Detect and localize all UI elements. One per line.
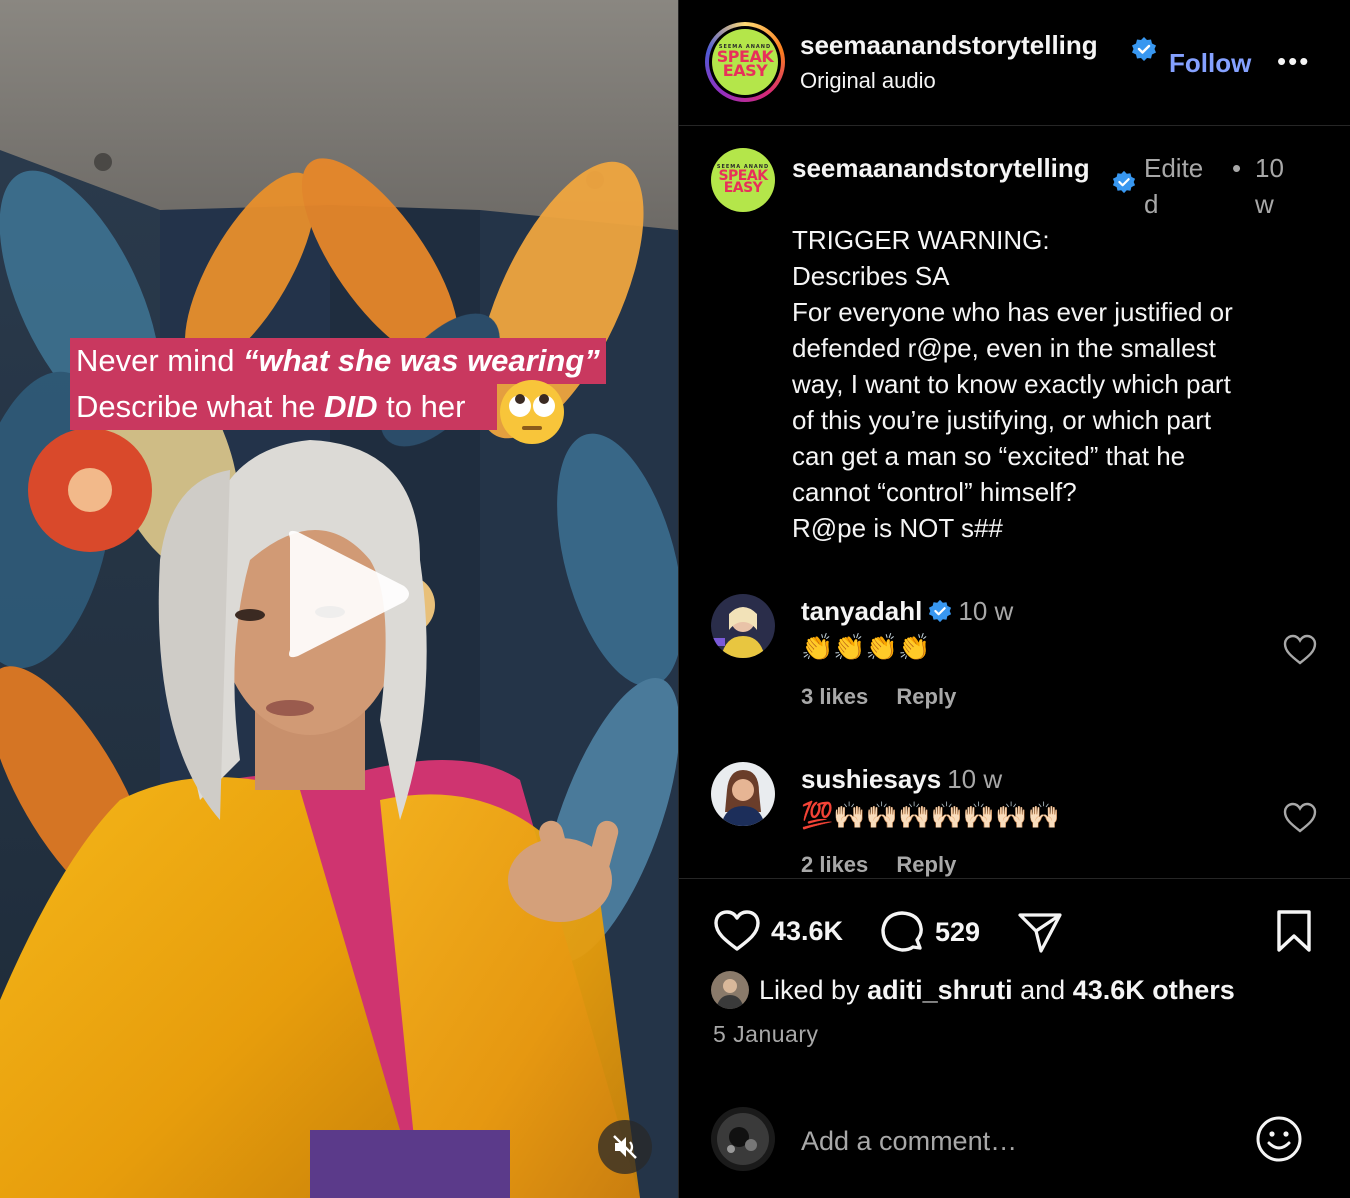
comment-text: 👏👏👏👏 — [801, 632, 931, 662]
play-icon[interactable] — [268, 524, 418, 664]
video-player[interactable]: Never mind “what she was wearing” Descri… — [0, 0, 678, 1198]
comment-like-heart-icon[interactable] — [1283, 802, 1317, 834]
verified-badge-icon — [1132, 37, 1156, 61]
avatar-logo-bottom: EASY — [722, 61, 768, 81]
caption-line-2-emphasis: DID — [324, 389, 378, 424]
send-paper-plane-icon — [1018, 913, 1062, 953]
post-date[interactable]: 5 January — [713, 1021, 819, 1048]
caption-line-2-text: Describe what he — [76, 389, 325, 424]
comment-likes-count[interactable]: 3 likes — [801, 684, 868, 709]
comment-button[interactable]: 529 — [879, 909, 980, 955]
liked-by-and: and — [1020, 974, 1066, 1005]
audio-label[interactable]: Original audio — [800, 68, 936, 94]
commenter-username[interactable]: sushiesays 10 w — [801, 764, 1002, 795]
comment-item: tanyadahl 10 w 👏👏👏👏 3 likes Reply — [679, 594, 1350, 754]
commenter-name[interactable]: sushiesays — [801, 764, 941, 794]
caption-line-1-text: Never mind — [76, 343, 244, 378]
post-actions: 43.6K 529 Liked by aditi_shruti and 43.6… — [679, 878, 1350, 1198]
save-button[interactable] — [1275, 909, 1313, 953]
post-side-panel: SEEMA ANAND SPEAK EASY seemaanandstoryte… — [678, 0, 1350, 1198]
add-comment-row — [679, 1089, 1350, 1198]
comment-bubble-icon — [881, 911, 923, 952]
add-comment-input[interactable] — [801, 1119, 1221, 1163]
avatar-image — [711, 762, 775, 826]
caption-line: TRIGGER WARNING: — [792, 225, 1050, 255]
share-button[interactable] — [1017, 909, 1063, 955]
caption-line: of this you’re justifying, or which part — [792, 405, 1212, 435]
liked-by-user[interactable]: aditi_shruti — [867, 975, 1013, 1006]
reply-button[interactable]: Reply — [896, 684, 956, 709]
avatar-image — [711, 594, 775, 658]
caption-line: way, I want to know exactly which part — [792, 369, 1231, 399]
speak-easy-logo-small: SEEMA ANAND SPEAK EASY — [711, 148, 775, 212]
mute-toggle-button[interactable] — [598, 1120, 652, 1174]
current-user-avatar — [711, 1107, 775, 1171]
caption-avatar-logo-bottom: EASY — [723, 180, 763, 197]
verified-badge-icon — [929, 599, 952, 623]
heart-icon — [714, 910, 760, 951]
comment-meta: 2 likes Reply — [801, 852, 978, 878]
commenter-name[interactable]: tanyadahl — [801, 596, 922, 626]
author-avatar[interactable]: SEEMA ANAND SPEAK EASY — [705, 22, 785, 102]
like-button[interactable]: 43.6K — [713, 909, 843, 953]
post-header: SEEMA ANAND SPEAK EASY seemaanandstoryte… — [679, 0, 1350, 126]
comments-count[interactable]: 529 — [935, 917, 980, 948]
caption-author-avatar[interactable]: SEEMA ANAND SPEAK EASY — [711, 148, 775, 212]
caption-timestamp[interactable]: 10w — [1255, 150, 1295, 222]
comment-like-heart-icon[interactable] — [1283, 634, 1317, 666]
comment-text: 💯🙌🏻🙌🏻🙌🏻🙌🏻🙌🏻🙌🏻🙌🏻 — [801, 800, 1060, 830]
comment-meta: 3 likes Reply — [801, 684, 978, 710]
avatar-image — [711, 1107, 775, 1171]
commenter-avatar[interactable] — [711, 594, 775, 658]
caption-line: defended r@pe, even in the smallest — [792, 333, 1216, 363]
emoji-picker-icon[interactable] — [1255, 1115, 1303, 1163]
more-options-icon[interactable]: ••• — [1277, 46, 1310, 77]
verified-badge-icon — [1112, 170, 1136, 194]
avatar-image — [711, 971, 749, 1009]
caption-line: For everyone who has ever justified or — [792, 297, 1233, 327]
eye-roll-emoji-icon — [500, 380, 564, 444]
comment-timestamp[interactable]: 10 w — [947, 764, 1002, 794]
speak-easy-logo: SEEMA ANAND SPEAK EASY — [712, 29, 778, 95]
separator-dot: • — [1232, 153, 1242, 183]
caption-text: TRIGGER WARNING: Describes SA For everyo… — [792, 222, 1312, 546]
comment-timestamp[interactable]: 10 w — [958, 596, 1013, 626]
caption-line: R@pe is NOT s## — [792, 513, 1003, 543]
caption-author-username[interactable]: seemaanandstorytelling — [792, 150, 1122, 186]
caption-line: can get a man so “excited” that he — [792, 441, 1186, 471]
speaker-muted-icon — [613, 1135, 637, 1159]
edited-label: Edited — [1144, 153, 1204, 219]
liked-by-others[interactable]: 43.6K others — [1073, 975, 1235, 1006]
caption-line-2: Describe what he DID to her — [70, 384, 498, 430]
liked-by-prefix: Liked by — [759, 974, 860, 1005]
caption-line: Describes SA — [792, 261, 950, 291]
comment-item: sushiesays 10 w 💯🙌🏻🙌🏻🙌🏻🙌🏻🙌🏻🙌🏻🙌🏻 2 likes R… — [679, 762, 1350, 878]
liked-by-summary: Liked by aditi_shruti and 43.6K others — [711, 971, 1235, 1009]
author-username[interactable]: seemaanandstorytelling — [800, 30, 1098, 61]
caption-line-1-emphasis: “what she was wearing” — [243, 343, 600, 378]
comments-section[interactable]: SEEMA ANAND SPEAK EASY seemaanandstoryte… — [679, 126, 1350, 878]
follow-button[interactable]: Follow — [1169, 48, 1251, 79]
commenter-username[interactable]: tanyadahl 10 w — [801, 596, 1013, 627]
likes-count[interactable]: 43.6K — [771, 916, 843, 947]
caption-line-2-end: to her — [377, 389, 466, 424]
reply-button[interactable]: Reply — [896, 852, 956, 877]
comment-likes-count[interactable]: 2 likes — [801, 852, 868, 877]
caption-line: cannot “control” himself? — [792, 477, 1077, 507]
bookmark-icon — [1277, 910, 1311, 952]
liker-avatar[interactable] — [711, 971, 749, 1009]
commenter-avatar[interactable] — [711, 762, 775, 826]
